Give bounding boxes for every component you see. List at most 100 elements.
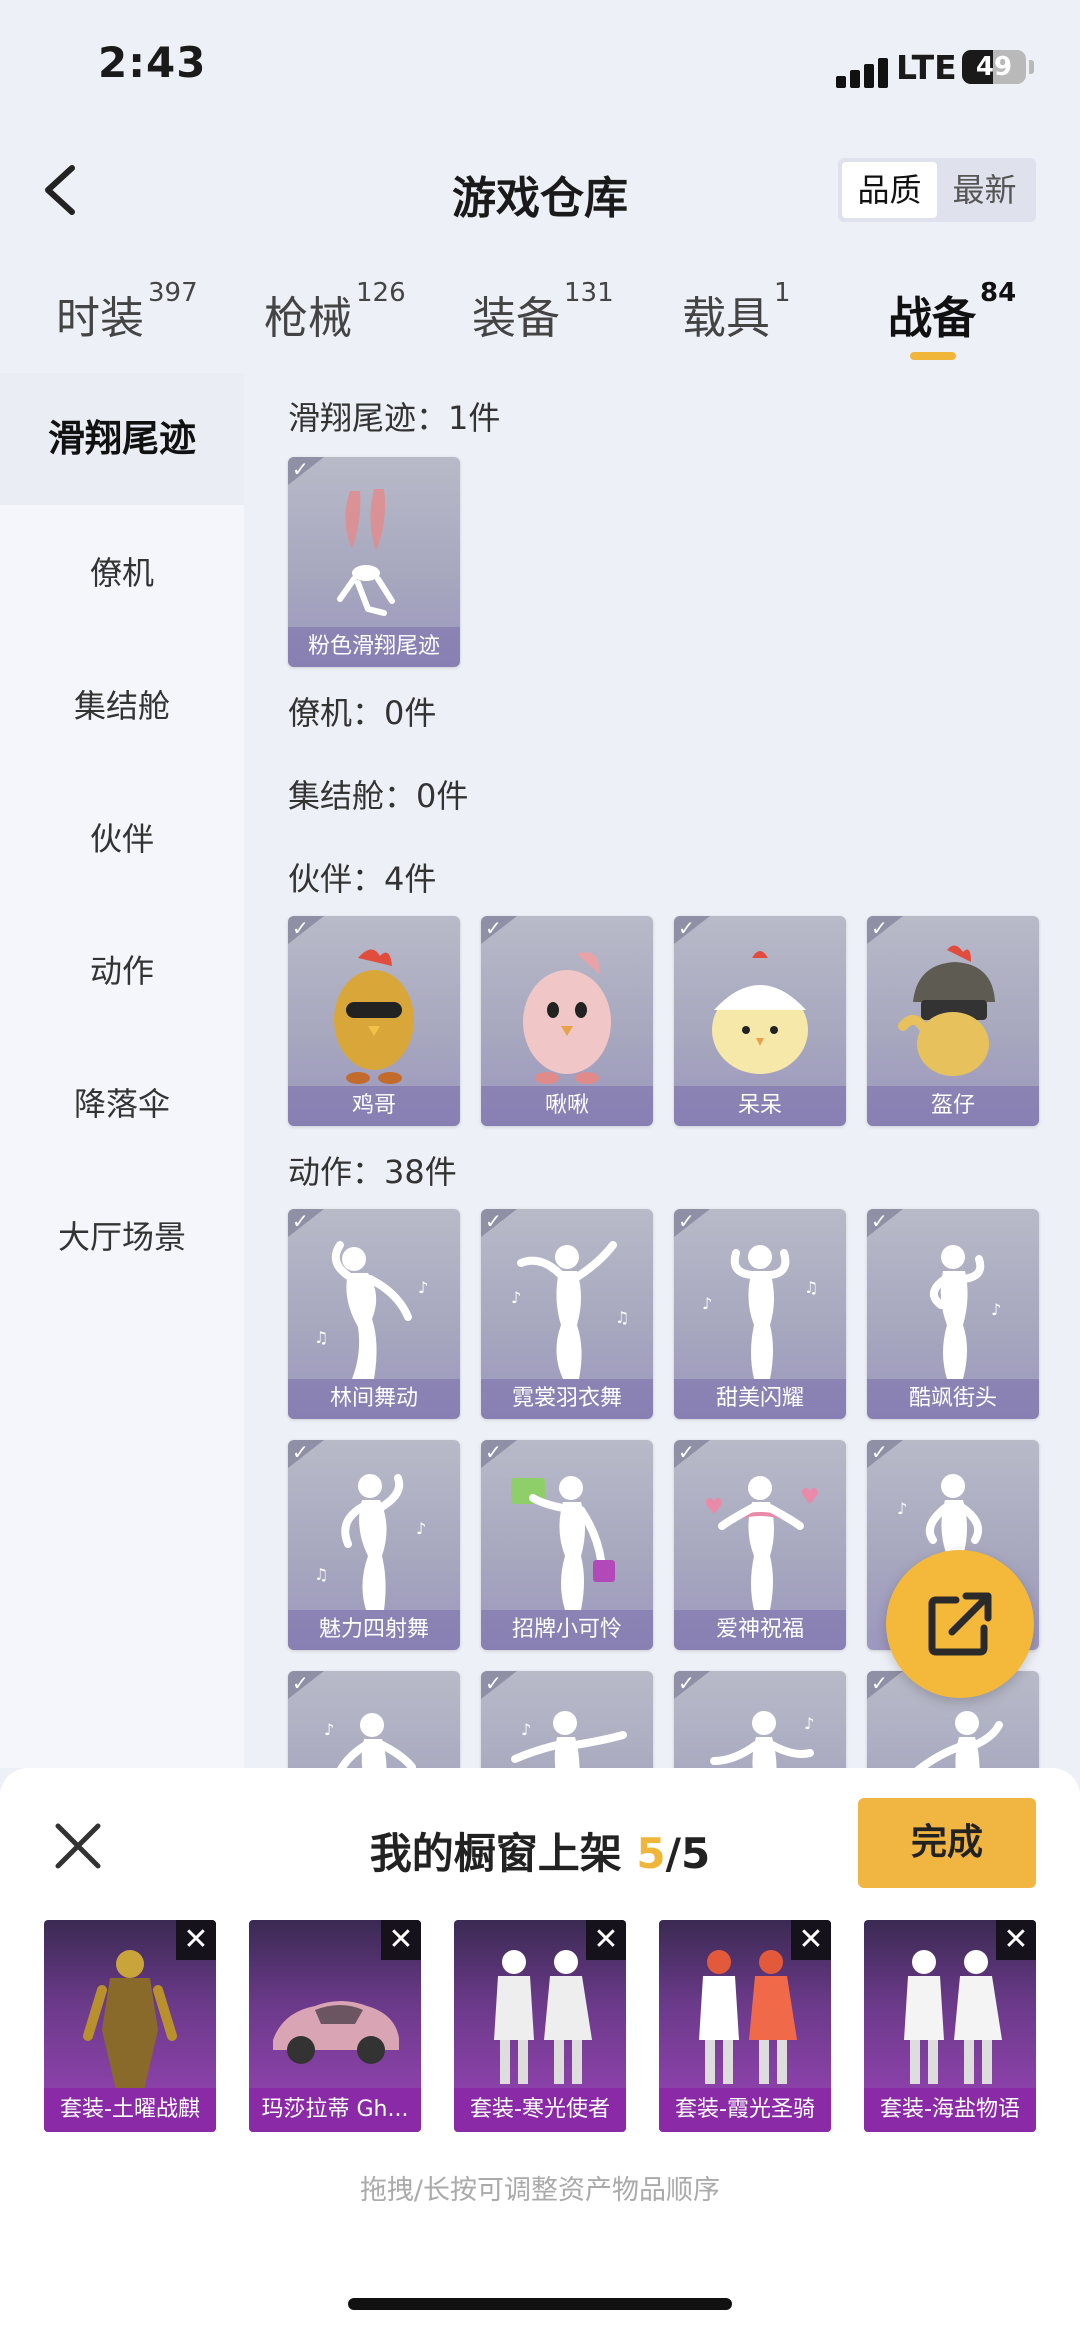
item-card[interactable]: ✓ 鸡哥 <box>288 916 460 1126</box>
showcase-item-name: 套装-霞光圣骑 <box>659 2088 831 2132</box>
showcase-item[interactable]: ✕ 套装-海盐物语 <box>864 1920 1036 2132</box>
sidebar-item-emote[interactable]: 动作 <box>0 905 244 1037</box>
remove-icon[interactable]: ✕ <box>176 1920 216 1960</box>
item-card[interactable]: ♪ ♫ ✓ 林间舞动 <box>288 1209 460 1419</box>
showcase-item-name: 玛莎拉蒂 Gh... <box>249 2088 421 2132</box>
showcase-item[interactable]: ✕ 套装-寒光使者 <box>454 1920 626 2132</box>
item-card[interactable]: ✓ 呆呆 <box>674 916 846 1126</box>
check-icon: ✓ <box>678 1671 695 1695</box>
tab-vehicles[interactable]: 载具 1 <box>682 278 791 346</box>
svg-text:♥: ♥ <box>704 1495 724 1520</box>
item-name: 粉色滑翔尾迹 <box>288 627 460 667</box>
remove-icon[interactable]: ✕ <box>791 1920 831 1960</box>
emote-pose-art: ♪♫ <box>314 1474 426 1610</box>
category-sidebar: 滑翔尾迹 僚机 集结舱 伙伴 动作 降落伞 大厅场景 <box>0 373 244 1768</box>
item-card[interactable]: ♥ ♥ ✓ 爱神祝福 <box>674 1440 846 1650</box>
svg-text:♪: ♪ <box>702 1294 712 1313</box>
item-name: 甜美闪耀 <box>674 1379 846 1419</box>
svg-text:♥: ♥ <box>800 1485 820 1510</box>
item-card[interactable]: ♪ ♫ ✓ 甜美闪耀 <box>674 1209 846 1419</box>
item-name: 酷飒街头 <box>867 1379 1039 1419</box>
item-name: 呆呆 <box>674 1086 846 1126</box>
tab-count: 84 <box>980 278 1017 308</box>
share-button[interactable] <box>886 1550 1034 1698</box>
home-indicator[interactable] <box>348 2298 732 2310</box>
chicken-brother-art <box>334 949 414 1084</box>
sidebar-item-parachute[interactable]: 降落伞 <box>0 1038 244 1170</box>
signal-icon <box>836 56 888 88</box>
svg-text:♪: ♪ <box>511 1288 521 1307</box>
tab-fashion[interactable]: 时装 397 <box>56 278 198 346</box>
emote-pose-art: ♪ <box>511 1711 627 1768</box>
check-icon: ✓ <box>678 1440 695 1464</box>
tab-combat-gear[interactable]: 战备 84 <box>888 278 1016 346</box>
showcase-item[interactable]: ✕ 套装-霞光圣骑 <box>659 1920 831 2132</box>
svg-text:♫: ♫ <box>615 1308 629 1327</box>
svg-text:♪: ♪ <box>416 1519 426 1538</box>
item-name: 林间舞动 <box>288 1379 460 1419</box>
svg-text:♫: ♫ <box>314 1565 328 1584</box>
sort-quality-button[interactable]: 品质 <box>842 162 937 218</box>
showcase-current-count: 5 <box>636 1829 666 1878</box>
tab-weapons[interactable]: 枪械 126 <box>264 278 406 346</box>
jiujiu-art <box>523 952 611 1084</box>
check-icon: ✓ <box>485 1209 502 1233</box>
daidai-art <box>712 951 808 1074</box>
category-tabs: 时装 397 枪械 126 装备 131 载具 1 战备 84 <box>0 272 1080 372</box>
emote-pose-art: ♪ <box>930 1245 1001 1379</box>
showcase-item[interactable]: ✕ 套装-土曜战麒 <box>44 1920 216 2132</box>
svg-text:♪: ♪ <box>521 1720 531 1739</box>
battery-icon: 49 <box>962 50 1026 84</box>
svg-text:♫: ♫ <box>314 1328 328 1347</box>
sort-newest-button[interactable]: 最新 <box>937 162 1032 218</box>
item-name: 魅力四射舞 <box>288 1610 460 1650</box>
emote-pose-art: ♪♫ <box>702 1245 818 1379</box>
item-name: 招牌小可怜 <box>481 1610 653 1650</box>
item-card[interactable]: ✓ 粉色滑翔尾迹 <box>288 457 460 667</box>
item-name: 爱神祝福 <box>674 1610 846 1650</box>
tab-equipment[interactable]: 装备 131 <box>472 278 614 346</box>
sidebar-item-wingman[interactable]: 僚机 <box>0 507 244 639</box>
remove-icon[interactable]: ✕ <box>586 1920 626 1960</box>
tab-count: 126 <box>356 278 406 308</box>
sidebar-item-glide-trail[interactable]: 滑翔尾迹 <box>0 373 244 505</box>
showcase-item-name: 套装-海盐物语 <box>864 2088 1036 2132</box>
emote-pose-art: ♪ <box>324 1713 416 1768</box>
item-name: 盔仔 <box>867 1086 1039 1126</box>
item-card[interactable]: ♪ ✓ <box>288 1671 460 1768</box>
sidebar-item-lobby-scene[interactable]: 大厅场景 <box>0 1171 244 1303</box>
outfit-art <box>83 1950 177 2090</box>
remove-icon[interactable]: ✕ <box>381 1920 421 1960</box>
header: 游戏仓库 品质 最新 <box>0 140 1080 240</box>
item-card[interactable]: ♪ ✓ 酷飒街头 <box>867 1209 1039 1419</box>
showcase-item-name: 套装-土曜战麒 <box>44 2088 216 2132</box>
remove-icon[interactable]: ✕ <box>996 1920 1036 1960</box>
done-button[interactable]: 完成 <box>858 1798 1036 1888</box>
check-icon: ✓ <box>292 1440 309 1464</box>
item-card[interactable]: ♪ ✓ <box>481 1671 653 1768</box>
svg-text:♪: ♪ <box>991 1300 1001 1319</box>
item-card[interactable]: ✓ 招牌小可怜 <box>481 1440 653 1650</box>
emote-pose-art: ♪♫ <box>511 1241 629 1379</box>
svg-text:♪: ♪ <box>804 1714 814 1733</box>
item-card[interactable]: ♪ ✓ <box>674 1671 846 1768</box>
item-card[interactable]: ✓ 盔仔 <box>867 916 1039 1126</box>
section-title: 动作：38件 <box>288 1153 457 1191</box>
check-icon: ✓ <box>678 1209 695 1233</box>
sidebar-item-partner[interactable]: 伙伴 <box>0 773 244 905</box>
glide-trail-art <box>337 489 395 616</box>
car-art <box>273 2001 399 2064</box>
outfit-art <box>904 1950 1002 2084</box>
item-card[interactable]: ♪ ♫ ✓ 魅力四射舞 <box>288 1440 460 1650</box>
svg-text:♪: ♪ <box>418 1278 428 1297</box>
item-card[interactable]: ✓ 啾啾 <box>481 916 653 1126</box>
item-name: 霓裳羽衣舞 <box>481 1379 653 1419</box>
item-card[interactable]: ♪ ♫ ✓ 霓裳羽衣舞 <box>481 1209 653 1419</box>
showcase-item[interactable]: ✕ 玛莎拉蒂 Gh... <box>249 1920 421 2132</box>
showcase-total-count: /5 <box>665 1829 711 1878</box>
item-name: 啾啾 <box>481 1086 653 1126</box>
sidebar-item-pod[interactable]: 集结舱 <box>0 640 244 772</box>
outfit-art <box>494 1950 592 2084</box>
external-link-icon <box>928 1592 992 1656</box>
tab-label: 时装 <box>56 293 144 344</box>
